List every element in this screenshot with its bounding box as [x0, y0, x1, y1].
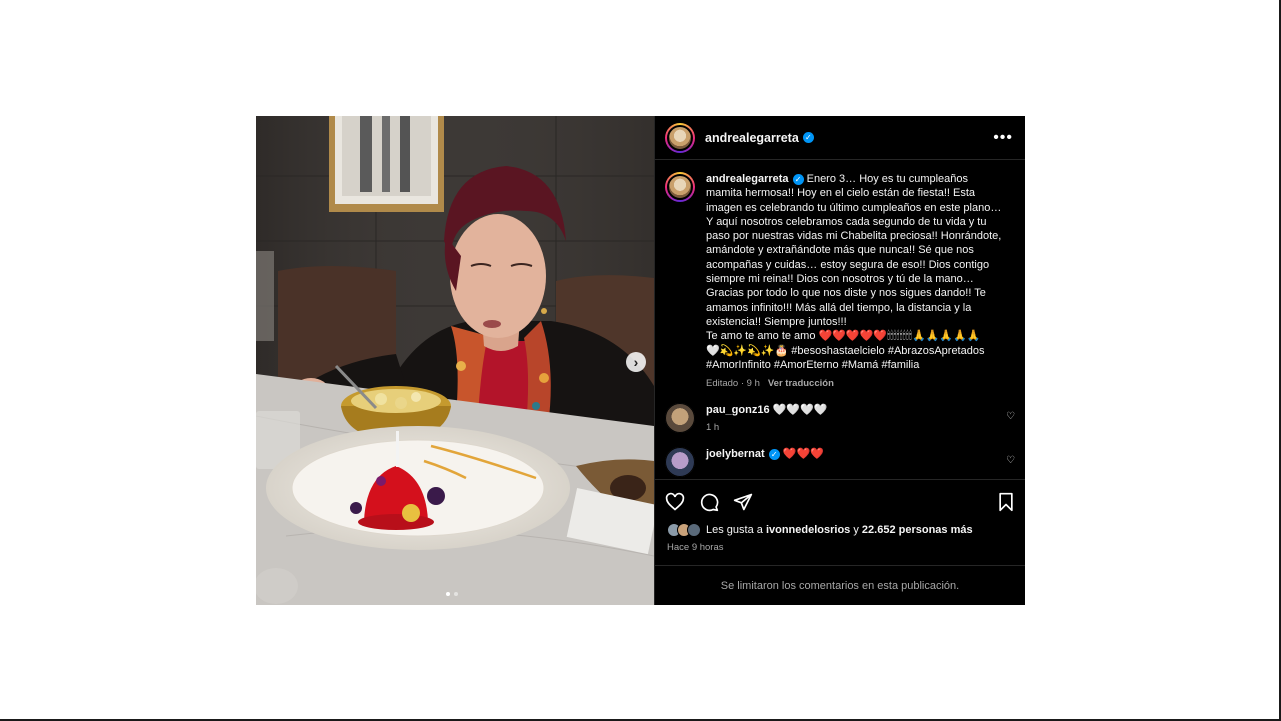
verified-badge-icon: ✓ — [802, 132, 814, 143]
carousel-dot-1 — [446, 592, 450, 596]
post-header: andrealegarreta ✓ ••• — [655, 116, 1025, 160]
instagram-post: › andrealegarreta ✓ ••• andrealegarreta … — [256, 116, 1025, 605]
carousel-dot-2 — [454, 592, 458, 596]
likes-prefix: Les gusta a — [706, 524, 763, 536]
comment-username-text[interactable]: joelybernat — [706, 448, 765, 460]
comment-username[interactable]: joelybernat ✓ — [706, 448, 780, 460]
comment-like-heart-icon[interactable]: ♡ — [1006, 455, 1015, 466]
caption-meta: Editado · 9 h Ver traducción — [706, 378, 1015, 389]
post-photo[interactable]: › — [256, 116, 654, 605]
caption-text: Enero 3… Hoy es tu cumpleaños mamita her… — [706, 173, 1002, 328]
comment-text: 🤍🤍🤍🤍 — [772, 404, 828, 417]
author-username[interactable]: andrealegarreta ✓ — [705, 131, 814, 145]
post-timestamp[interactable]: Hace 9 horas — [667, 542, 1013, 565]
photo-illustration — [256, 116, 654, 605]
carousel-indicator — [446, 592, 458, 596]
caption-hashtags: 🤍💫✨💫✨🎂 #besoshastaelcielo #AbrazosApreta… — [706, 344, 985, 371]
comment-username[interactable]: pau_gonz16 — [706, 404, 770, 416]
author-username-text[interactable]: andrealegarreta — [705, 131, 799, 145]
verified-badge-icon: ✓ — [768, 448, 780, 460]
comment-bubble-icon[interactable] — [699, 492, 719, 512]
liker-avatar — [687, 523, 701, 537]
comment-body: joelybernat ✓ ❤️❤️❤️ — [706, 447, 824, 460]
comment-item: pau_gonz16 🤍🤍🤍🤍 1 h ♡ — [665, 403, 1015, 434]
comment-time: 1 h — [706, 422, 720, 434]
share-send-icon[interactable] — [733, 492, 753, 512]
comment-avatar[interactable] — [665, 403, 695, 434]
post-actions-bar — [655, 479, 1025, 523]
comments-limited-notice: Se limitaron los comentarios en esta pub… — [655, 565, 1025, 605]
likes-count[interactable]: 22.652 personas más — [862, 524, 973, 536]
liker-avatars — [667, 523, 701, 537]
see-translation-link[interactable]: Ver traducción — [768, 378, 834, 389]
more-options-icon[interactable]: ••• — [993, 129, 1013, 147]
caption-body: andrealegarreta ✓ Enero 3… Hoy es tu cum… — [706, 172, 1006, 372]
caption-username-text[interactable]: andrealegarreta — [706, 172, 789, 186]
like-heart-icon[interactable] — [665, 492, 685, 512]
likes-section: Les gusta a ivonnedelosrios y 22.652 per… — [655, 523, 1025, 565]
comment-like-heart-icon[interactable]: ♡ — [1006, 411, 1015, 422]
comments-area: andrealegarreta ✓ Enero 3… Hoy es tu cum… — [655, 160, 1025, 479]
verified-badge-icon: ✓ — [792, 173, 804, 185]
carousel-next-button[interactable]: › — [626, 352, 646, 372]
liker-username[interactable]: ivonnedelosrios — [766, 524, 850, 536]
author-avatar[interactable] — [665, 122, 695, 153]
likes-middle: y — [853, 524, 859, 536]
caption-text-love: Te amo te amo te amo ❤️❤️❤️❤️❤️🕯🕯🕯🕯🕯🕯🕯🕯🙏… — [706, 330, 981, 343]
caption: andrealegarreta ✓ Enero 3… Hoy es tu cum… — [665, 172, 1015, 372]
comment-body: pau_gonz16 🤍🤍🤍🤍 1 h — [706, 403, 827, 433]
save-bookmark-icon[interactable] — [997, 492, 1015, 512]
likes-summary[interactable]: Les gusta a ivonnedelosrios y 22.652 per… — [667, 523, 1013, 537]
caption-edited-time: Editado · 9 h — [706, 378, 760, 390]
post-side-panel: andrealegarreta ✓ ••• andrealegarreta ✓ … — [654, 116, 1025, 605]
comment-text: ❤️❤️❤️ — [782, 448, 824, 461]
comment-item: joelybernat ✓ ❤️❤️❤️ ♡ — [665, 447, 1015, 478]
caption-username[interactable]: andrealegarreta ✓ — [706, 172, 804, 186]
caption-avatar[interactable] — [665, 172, 695, 202]
comment-avatar[interactable] — [665, 447, 695, 478]
